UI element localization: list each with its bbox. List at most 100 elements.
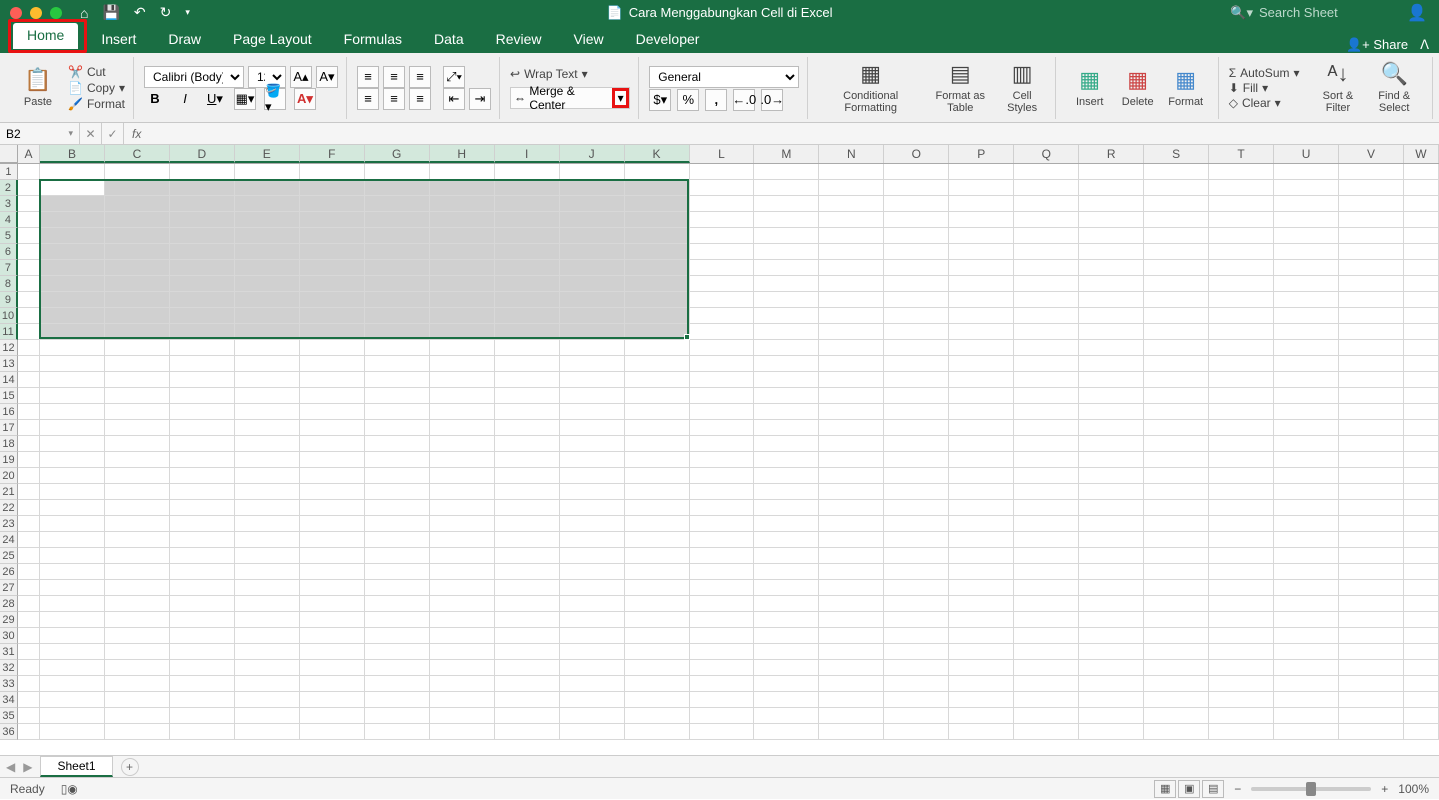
cell[interactable] (495, 180, 560, 196)
cell[interactable] (40, 308, 105, 324)
cell[interactable] (1144, 340, 1209, 356)
cell[interactable] (1079, 580, 1144, 596)
cell[interactable] (1014, 292, 1079, 308)
cell[interactable] (625, 260, 690, 276)
cell[interactable] (170, 660, 235, 676)
tab-formulas[interactable]: Formulas (330, 27, 416, 53)
cell[interactable] (754, 372, 819, 388)
cell[interactable] (625, 516, 690, 532)
cell[interactable] (430, 388, 495, 404)
cell[interactable] (1209, 676, 1274, 692)
cell[interactable] (1079, 708, 1144, 724)
cell[interactable] (884, 724, 949, 740)
cell[interactable] (1209, 644, 1274, 660)
cell[interactable] (819, 564, 884, 580)
cell[interactable] (18, 340, 40, 356)
row-header[interactable]: 21 (0, 484, 18, 500)
cell[interactable] (560, 404, 625, 420)
cell[interactable] (625, 596, 690, 612)
cell[interactable] (300, 484, 365, 500)
cell[interactable] (1079, 308, 1144, 324)
cell[interactable] (170, 708, 235, 724)
cell[interactable] (625, 420, 690, 436)
cell[interactable] (1274, 308, 1339, 324)
cell[interactable] (949, 164, 1014, 180)
cell[interactable] (235, 580, 300, 596)
cell[interactable] (170, 516, 235, 532)
cell[interactable] (105, 532, 170, 548)
cell[interactable] (1079, 564, 1144, 580)
cell[interactable] (365, 564, 430, 580)
cell[interactable] (560, 500, 625, 516)
cell[interactable] (1014, 260, 1079, 276)
increase-indent-icon[interactable]: ⇥ (469, 88, 491, 110)
cell[interactable] (1079, 628, 1144, 644)
zoom-in-icon[interactable]: + (1381, 782, 1388, 796)
cell[interactable] (625, 468, 690, 484)
cell[interactable] (170, 164, 235, 180)
cell[interactable] (949, 196, 1014, 212)
cell[interactable] (105, 196, 170, 212)
cell[interactable] (495, 404, 560, 420)
cell[interactable] (300, 564, 365, 580)
cell[interactable] (1274, 276, 1339, 292)
cell[interactable] (884, 308, 949, 324)
cell[interactable] (18, 388, 40, 404)
cell[interactable] (1079, 212, 1144, 228)
cell[interactable] (1339, 708, 1404, 724)
cell[interactable] (690, 468, 755, 484)
cell[interactable] (754, 580, 819, 596)
cell[interactable] (1144, 292, 1209, 308)
close-window-icon[interactable] (10, 7, 22, 19)
cell[interactable] (1079, 292, 1144, 308)
decrease-indent-icon[interactable]: ⇤ (443, 88, 465, 110)
column-header[interactable]: T (1209, 145, 1274, 163)
cell[interactable] (754, 676, 819, 692)
cell[interactable] (430, 372, 495, 388)
cell[interactable] (1404, 228, 1439, 244)
cell[interactable] (170, 372, 235, 388)
cell[interactable] (235, 356, 300, 372)
cell[interactable] (690, 564, 755, 580)
cell[interactable] (625, 660, 690, 676)
cell[interactable] (18, 436, 40, 452)
row-header[interactable]: 18 (0, 436, 18, 452)
cell[interactable] (1014, 692, 1079, 708)
cell[interactable] (430, 548, 495, 564)
cell[interactable] (430, 244, 495, 260)
cell[interactable] (1079, 276, 1144, 292)
select-all-corner[interactable] (0, 145, 18, 163)
row-header[interactable]: 30 (0, 628, 18, 644)
format-as-table-button[interactable]: ▤Format as Table (923, 58, 997, 118)
cell[interactable] (1209, 340, 1274, 356)
cell[interactable] (170, 644, 235, 660)
cell[interactable] (18, 404, 40, 420)
cell[interactable] (625, 356, 690, 372)
paste-button[interactable]: 📋 Paste (14, 58, 62, 118)
cell[interactable] (884, 420, 949, 436)
cell[interactable] (1209, 388, 1274, 404)
cell[interactable] (430, 468, 495, 484)
cell[interactable] (1014, 580, 1079, 596)
cell[interactable] (495, 516, 560, 532)
cell[interactable] (560, 324, 625, 340)
cell[interactable] (1339, 308, 1404, 324)
cell[interactable] (1339, 548, 1404, 564)
italic-button[interactable]: I (174, 88, 196, 110)
cell[interactable] (819, 388, 884, 404)
cell[interactable] (949, 260, 1014, 276)
cell[interactable] (949, 340, 1014, 356)
cell[interactable] (105, 548, 170, 564)
name-box[interactable]: B2▾ (0, 123, 80, 145)
cell[interactable] (300, 276, 365, 292)
cell[interactable] (300, 452, 365, 468)
cell[interactable] (1209, 452, 1274, 468)
cell[interactable] (1144, 276, 1209, 292)
cell[interactable] (690, 500, 755, 516)
cell[interactable] (40, 644, 105, 660)
row-header[interactable]: 33 (0, 676, 18, 692)
cell[interactable] (560, 356, 625, 372)
cell[interactable] (300, 580, 365, 596)
cell[interactable] (430, 164, 495, 180)
cell[interactable] (625, 580, 690, 596)
